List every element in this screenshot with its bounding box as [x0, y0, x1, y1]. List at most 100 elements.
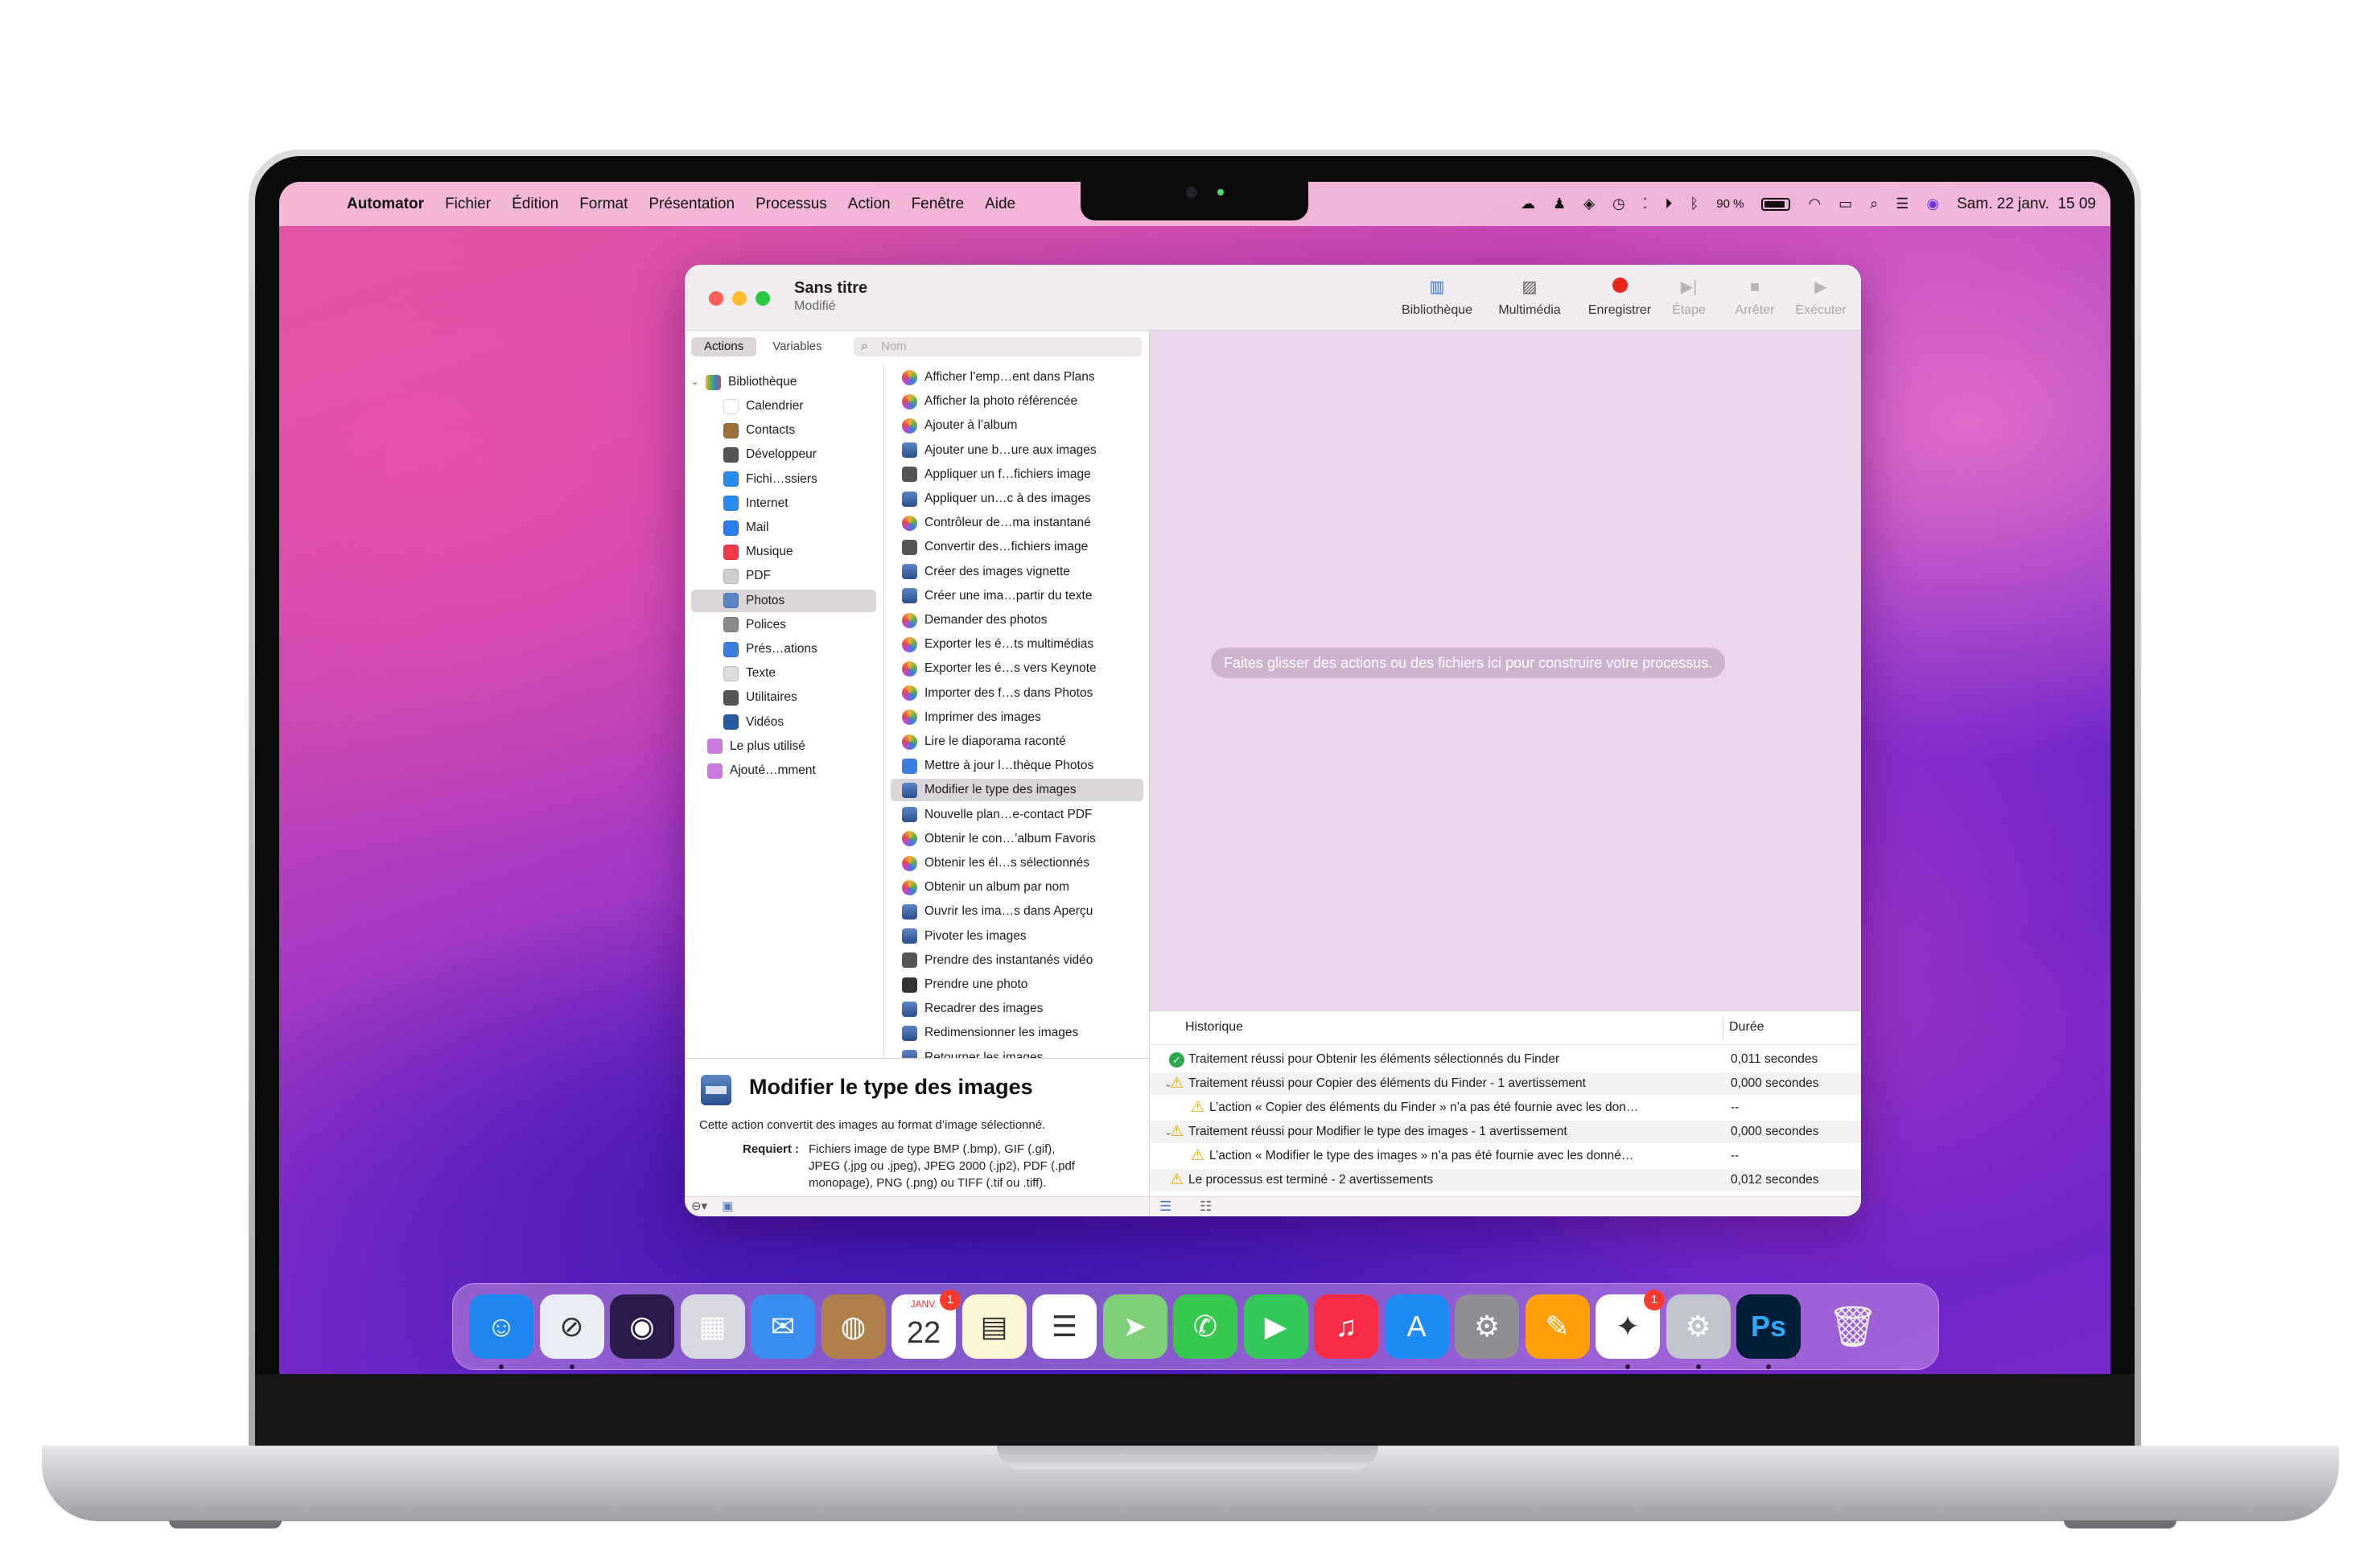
- action-item[interactable]: Afficher l’emp…ent dans Plans: [891, 366, 1143, 389]
- dock-messenger[interactable]: ✦ 1: [1596, 1290, 1665, 1359]
- app-menu[interactable]: Automator: [347, 195, 424, 213]
- action-item[interactable]: Exporter les é…s vers Keynote: [891, 657, 1143, 680]
- menu-edition[interactable]: Édition: [512, 195, 558, 213]
- search-field[interactable]: ⌕ Nom: [854, 337, 1142, 356]
- action-item[interactable]: Exporter les é…ts multimédias: [891, 633, 1143, 656]
- library-item-videos[interactable]: Vidéos: [691, 711, 876, 734]
- action-item[interactable]: Ajouter à l’album: [891, 414, 1143, 437]
- library-button[interactable]: ▥ Bibliothèque: [1393, 278, 1481, 318]
- dock-contacts[interactable]: ◍: [821, 1294, 886, 1359]
- dock-calendar[interactable]: 22 JANV. 1: [891, 1290, 961, 1359]
- dock-safari[interactable]: ⊘: [539, 1294, 604, 1359]
- dots-icon[interactable]: ⁚: [1643, 195, 1648, 212]
- dock-launchpad[interactable]: ▦: [680, 1294, 745, 1359]
- menubar-clock[interactable]: Sam. 22 janv. 15 09: [1957, 195, 2096, 213]
- library-item-finder[interactable]: Fichi…ssiers: [691, 468, 876, 491]
- action-item[interactable]: Ajouter une b…ure aux images: [891, 439, 1143, 462]
- action-item[interactable]: Obtenir les él…s sélectionnés: [891, 852, 1143, 874]
- notification-app-icon[interactable]: ♟: [1553, 195, 1566, 212]
- action-item[interactable]: Ouvrir les ima…s dans Aperçu: [891, 900, 1143, 923]
- stop-button[interactable]: ■ Arrêter: [1723, 278, 1787, 318]
- library-item-mail[interactable]: Mail: [691, 516, 876, 539]
- action-item[interactable]: Obtenir le con…’album Favoris: [891, 828, 1143, 850]
- description-toggle-icon[interactable]: ▣: [722, 1199, 733, 1213]
- dock-siri[interactable]: ◉: [610, 1294, 674, 1359]
- dock-facetime[interactable]: ▶: [1243, 1294, 1308, 1359]
- action-item[interactable]: Retourner les images: [891, 1047, 1143, 1058]
- dock-notes[interactable]: ▤: [961, 1294, 1027, 1359]
- action-item[interactable]: Afficher la photo référencée: [891, 390, 1143, 413]
- bluetooth-icon[interactable]: ᛒ: [1690, 195, 1699, 212]
- action-item[interactable]: Nouvelle plan…e-contact PDF: [891, 804, 1143, 826]
- action-item[interactable]: Appliquer un…c à des images: [891, 488, 1143, 510]
- creative-cloud-icon[interactable]: ☁: [1521, 195, 1535, 212]
- media-button[interactable]: ▨ Multimédia: [1489, 278, 1570, 318]
- layers-icon[interactable]: ◈: [1583, 195, 1595, 212]
- dock-music[interactable]: ♫: [1314, 1294, 1378, 1359]
- step-button[interactable]: ▶| Étape: [1665, 278, 1713, 318]
- play-icon[interactable]: ⏵: [1665, 195, 1672, 212]
- library-item-developer[interactable]: Développeur: [691, 443, 876, 466]
- log-row[interactable]: ✓ Traitement réussi pour Obtenir les élém…: [1150, 1048, 1861, 1071]
- library-item-photos[interactable]: Photos: [691, 589, 876, 612]
- action-item[interactable]: Contrôleur de…ma instantané: [891, 512, 1143, 534]
- dock-pages[interactable]: ✎: [1525, 1294, 1590, 1359]
- log-row[interactable]: ⌄ ⚠ Traitement réussi pour Modifier le typ…: [1150, 1121, 1861, 1143]
- input-menu-icon[interactable]: ▭: [1839, 195, 1852, 212]
- dock-automator[interactable]: ⚙: [1666, 1294, 1731, 1359]
- log-row[interactable]: ⚠ L’action « Modifier le type des images …: [1150, 1145, 1861, 1167]
- dock-app-store[interactable]: A: [1384, 1294, 1449, 1359]
- smart-group-item[interactable]: Le plus utilisé: [691, 735, 876, 758]
- wifi-icon[interactable]: ◠: [1808, 195, 1821, 212]
- dock-maps[interactable]: ➤: [1102, 1294, 1167, 1359]
- log-col-duration[interactable]: Durée: [1729, 1020, 1764, 1035]
- action-item[interactable]: Recadrer des images: [891, 998, 1143, 1020]
- dock-reminders[interactable]: ☰: [1032, 1294, 1097, 1359]
- library-item-pdf[interactable]: PDF: [691, 565, 876, 587]
- action-item[interactable]: Lire le diaporama raconté: [891, 730, 1143, 753]
- time-machine-icon[interactable]: ◷: [1612, 195, 1625, 212]
- tab-variables[interactable]: Variables: [760, 337, 834, 356]
- library-item-internet[interactable]: Internet: [691, 492, 876, 515]
- run-button[interactable]: ▶ Exécuter: [1787, 278, 1855, 318]
- library-item-calendar[interactable]: Calendrier: [691, 395, 876, 418]
- minimize-button[interactable]: [732, 291, 747, 306]
- record-button[interactable]: Enregistrer: [1579, 278, 1660, 318]
- battery-icon[interactable]: [1761, 197, 1791, 211]
- siri-icon[interactable]: ◉: [1926, 195, 1939, 212]
- action-item[interactable]: Importer des f…s dans Photos: [891, 682, 1143, 705]
- close-button[interactable]: [709, 291, 723, 306]
- control-center-icon[interactable]: ☰: [1896, 195, 1909, 212]
- menu-format[interactable]: Format: [579, 195, 628, 213]
- workflow-canvas[interactable]: Faites glisser des actions ou des fichie…: [1150, 331, 1861, 1010]
- dock-photoshop[interactable]: Ps: [1736, 1294, 1801, 1359]
- dock-trash[interactable]: 🗑: [1821, 1294, 1885, 1359]
- action-item[interactable]: Modifier le type des images: [891, 779, 1143, 802]
- smart-group-item[interactable]: Ajouté…mment: [691, 759, 876, 782]
- library-item-contacts[interactable]: Contacts: [691, 419, 876, 442]
- action-item[interactable]: Imprimer des images: [891, 706, 1143, 729]
- action-item[interactable]: Créer une ima…partir du texte: [891, 585, 1143, 607]
- action-item[interactable]: Appliquer un f…fichiers image: [891, 463, 1143, 486]
- disclosure-open-icon[interactable]: ⌄: [691, 371, 701, 393]
- library-item-presentations[interactable]: Prés…ations: [691, 638, 876, 660]
- dock-system-preferences[interactable]: ⚙: [1455, 1294, 1519, 1359]
- menu-action[interactable]: Action: [848, 195, 891, 213]
- action-item[interactable]: Demander des photos: [891, 609, 1143, 632]
- library-item-text[interactable]: Texte: [691, 662, 876, 685]
- action-item[interactable]: Pivoter les images: [891, 925, 1143, 948]
- log-row[interactable]: ⌄ ⚠ Traitement réussi pour Copier des élém…: [1150, 1072, 1861, 1095]
- spotlight-icon[interactable]: ⌕: [1870, 195, 1878, 212]
- tab-actions[interactable]: Actions: [691, 337, 757, 356]
- action-item[interactable]: Convertir des…fichiers image: [891, 536, 1143, 558]
- action-item[interactable]: Prendre des instantanés vidéo: [891, 949, 1143, 972]
- menu-fenetre[interactable]: Fenêtre: [912, 195, 964, 213]
- action-item[interactable]: Obtenir un album par nom: [891, 876, 1143, 899]
- action-item[interactable]: Créer des images vignette: [891, 561, 1143, 583]
- dock-messages[interactable]: ✆: [1173, 1294, 1237, 1359]
- action-menu-icon[interactable]: ⊖▾: [691, 1199, 707, 1213]
- library-item-music[interactable]: Musique: [691, 541, 876, 563]
- zoom-button[interactable]: [756, 291, 770, 306]
- menu-aide[interactable]: Aide: [985, 195, 1015, 213]
- action-item[interactable]: Mettre à jour l…thèque Photos: [891, 755, 1143, 777]
